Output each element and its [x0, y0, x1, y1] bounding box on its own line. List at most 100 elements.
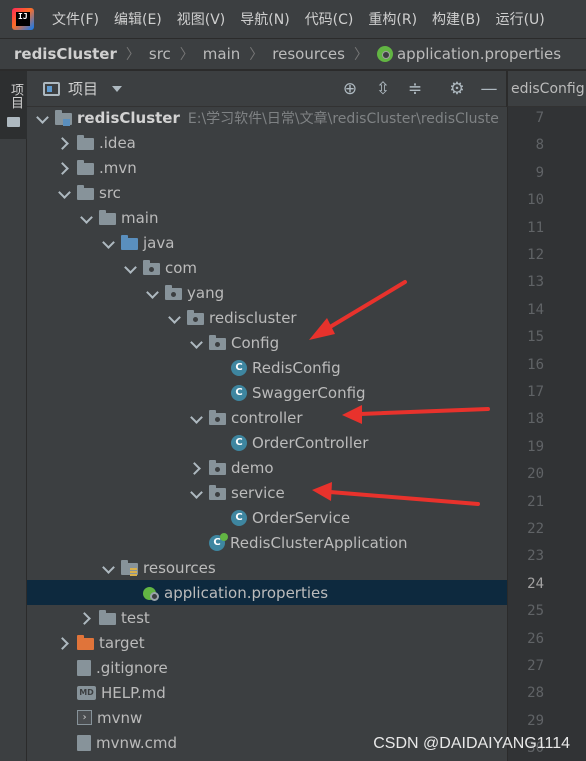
project-tool-tab[interactable]: 项目: [0, 71, 27, 139]
chevron-down-icon[interactable]: [101, 555, 117, 580]
intellij-logo-icon[interactable]: IJ: [12, 8, 34, 30]
menu-view[interactable]: 视图(V): [177, 9, 226, 29]
chevron-down-icon[interactable]: [145, 280, 161, 305]
resources-folder-icon: [121, 559, 138, 576]
folder-icon: [77, 184, 94, 200]
watermark: CSDN @DAIDAIYANG1114: [373, 735, 570, 752]
tree-row[interactable]: rediscluster: [27, 305, 507, 330]
minimize-icon[interactable]: —: [480, 80, 498, 98]
breadcrumb-file[interactable]: application.properties: [397, 45, 561, 63]
tree-item-label: controller: [231, 408, 303, 427]
module-folder-icon: [55, 109, 72, 126]
line-number: 14: [527, 301, 544, 318]
breadcrumb-separator-icon: 〉: [125, 47, 140, 63]
tree-row[interactable]: resources: [27, 555, 507, 580]
tree-row[interactable]: Config: [27, 330, 507, 355]
line-number: 17: [527, 384, 544, 400]
chevron-right-icon[interactable]: [79, 605, 95, 630]
tree-row[interactable]: controller: [27, 405, 507, 430]
menu-navigate[interactable]: 导航(N): [240, 9, 289, 29]
chevron-right-icon[interactable]: [57, 130, 73, 155]
line-number: 16: [527, 356, 544, 373]
tree-row[interactable]: src: [27, 180, 507, 205]
chevron-down-icon[interactable]: [112, 85, 123, 92]
tree-row[interactable]: service: [27, 480, 507, 505]
project-path-hint: E:\学习软件\日常\文章\redisCluster\redisCluste: [187, 110, 499, 127]
chevron-down-icon[interactable]: [189, 405, 205, 430]
tree-row[interactable]: application.properties: [27, 580, 507, 605]
tree-row[interactable]: demo: [27, 455, 507, 480]
tree-row[interactable]: C OrderController: [27, 430, 507, 455]
package-icon: [187, 309, 204, 325]
line-number: 26: [527, 630, 544, 647]
tree-item-label: resources: [143, 558, 216, 577]
tree-row[interactable]: C RedisClusterApplication: [27, 530, 507, 555]
menu-file[interactable]: 文件(F): [52, 9, 99, 29]
tree-row[interactable]: MD HELP.md: [27, 680, 507, 705]
breadcrumb-main[interactable]: main: [203, 45, 240, 63]
breadcrumb-src[interactable]: src: [149, 45, 171, 63]
tree-row[interactable]: main: [27, 205, 507, 230]
tree-row[interactable]: C OrderService: [27, 505, 507, 530]
chevron-down-icon[interactable]: [79, 205, 95, 230]
breadcrumb-resources[interactable]: resources: [272, 45, 345, 63]
tree-item-label: application.properties: [164, 583, 329, 602]
tree-row[interactable]: java: [27, 230, 507, 255]
chevron-down-icon[interactable]: [123, 255, 139, 280]
source-folder-icon: [121, 234, 138, 250]
tree-row[interactable]: .gitignore: [27, 655, 507, 680]
menu-refactor[interactable]: 重构(R): [368, 9, 417, 29]
locate-target-icon[interactable]: ⊕: [341, 80, 359, 98]
breadcrumb-project[interactable]: redisCluster: [14, 45, 117, 63]
tree-row[interactable]: test: [27, 605, 507, 630]
chevron-down-icon[interactable]: [167, 305, 183, 330]
chevron-down-icon[interactable]: [189, 480, 205, 505]
editor-tab[interactable]: edisConfig: [507, 71, 586, 107]
markdown-file-icon: MD: [77, 686, 96, 700]
menu-code[interactable]: 代码(C): [305, 9, 354, 29]
tree-row[interactable]: target: [27, 630, 507, 655]
spring-boot-class-icon: C: [209, 532, 228, 551]
menu-build[interactable]: 构建(B): [432, 9, 481, 29]
project-panel-title[interactable]: 项目: [68, 78, 98, 99]
breadcrumb-separator-icon: 〉: [179, 47, 194, 63]
chevron-right-icon[interactable]: [189, 455, 205, 480]
tree-item-label: rediscluster: [209, 308, 297, 327]
folder-icon: [77, 159, 94, 175]
tree-row[interactable]: .idea: [27, 130, 507, 155]
shell-script-icon: ›: [77, 710, 92, 725]
line-number: 23: [527, 548, 544, 565]
line-number: 10: [527, 192, 544, 209]
menu-edit[interactable]: 编辑(E): [114, 9, 162, 29]
chevron-down-icon[interactable]: [189, 330, 205, 355]
chevron-right-icon[interactable]: [57, 630, 73, 655]
tree-item-label: .mvn: [99, 158, 137, 177]
tree-row[interactable]: .mvn: [27, 155, 507, 180]
chevron-down-icon[interactable]: [101, 230, 117, 255]
chevron-down-icon[interactable]: [57, 180, 73, 205]
folder-icon: [99, 609, 116, 625]
class-icon: C: [231, 359, 247, 376]
tree-item-label: RedisConfig: [252, 358, 341, 377]
tree-row[interactable]: com: [27, 255, 507, 280]
tree-row[interactable]: C RedisConfig: [27, 355, 507, 380]
menu-run[interactable]: 运行(U): [496, 9, 545, 29]
tree-row[interactable]: › mvnw: [27, 705, 507, 730]
chevron-down-icon[interactable]: [35, 107, 51, 130]
tree-item-label: RedisClusterApplication: [230, 533, 408, 552]
chevron-right-icon[interactable]: [57, 155, 73, 180]
package-icon: [143, 259, 160, 275]
tree-item-label: target: [99, 633, 145, 652]
gear-icon[interactable]: ⚙: [448, 80, 466, 98]
tree-row[interactable]: redisCluster E:\学习软件\日常\文章\redisCluster\r…: [27, 107, 507, 130]
tree-row[interactable]: C SwaggerConfig: [27, 380, 507, 405]
package-icon: [209, 484, 226, 500]
line-number: 21: [527, 493, 544, 510]
collapse-all-icon[interactable]: ≑: [406, 80, 424, 98]
expand-all-icon[interactable]: ⇳: [374, 80, 392, 98]
tree-row[interactable]: yang: [27, 280, 507, 305]
